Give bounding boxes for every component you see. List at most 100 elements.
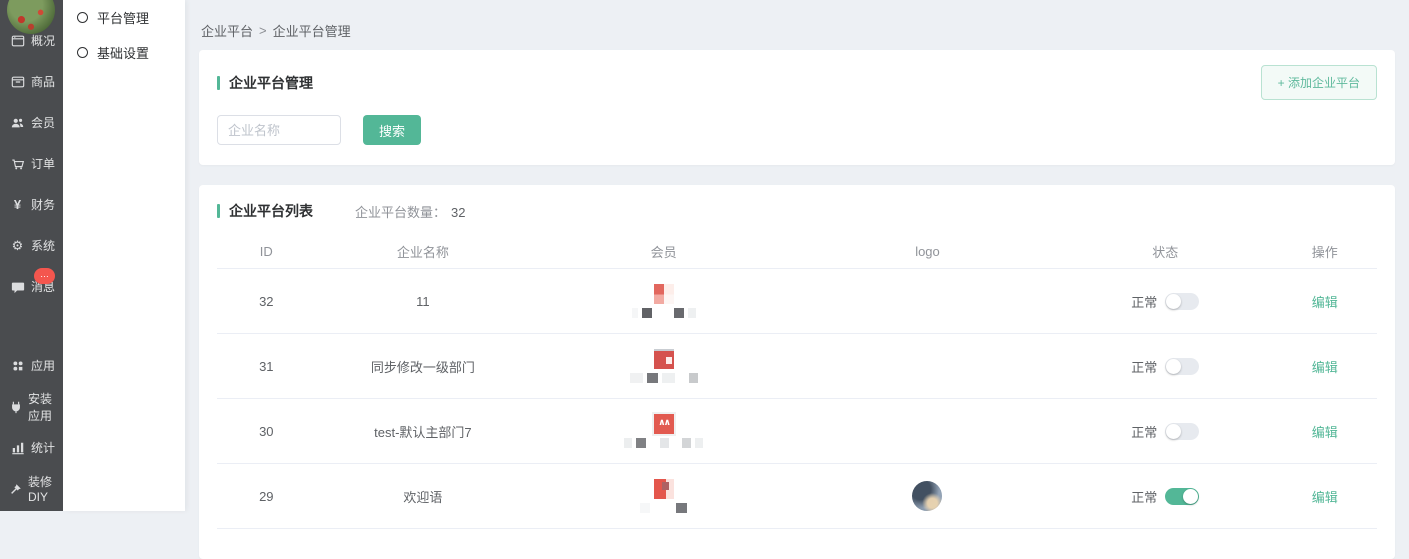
breadcrumb-separator: >	[259, 23, 267, 38]
cell-action: 编辑	[1273, 422, 1377, 441]
status-toggle[interactable]	[1165, 423, 1199, 440]
cell-action: 编辑	[1273, 357, 1377, 376]
overview-icon	[9, 34, 26, 48]
dark-sidebar: 概况商品会员订单 ¥ 财务 ⚙ 系统消息… 应用安装应用统计装修DIY	[0, 0, 63, 511]
table-row: 29欢迎语正常编辑	[217, 464, 1377, 529]
breadcrumb-link-parent[interactable]: 企业平台	[201, 21, 253, 40]
edit-link[interactable]: 编辑	[1312, 360, 1338, 375]
sidebar-item-member[interactable]: 会员	[0, 102, 63, 143]
order-icon	[9, 157, 26, 171]
radio-circle-icon	[77, 12, 88, 23]
edit-link[interactable]: 编辑	[1312, 490, 1338, 505]
toggle-knob	[1166, 294, 1181, 309]
breadcrumb: 企业平台 > 企业平台管理	[199, 0, 1395, 50]
status-toggle[interactable]	[1165, 293, 1199, 310]
status-label: 正常	[1131, 422, 1157, 441]
submenu-item-label: 平台管理	[97, 8, 149, 27]
company-logo-image	[912, 481, 942, 511]
edit-link[interactable]: 编辑	[1312, 425, 1338, 440]
sidebar-item-diy[interactable]: 装修DIY	[0, 468, 63, 509]
search-card: 企业平台管理 + 添加企业平台 搜索	[199, 50, 1395, 165]
message-icon	[9, 280, 26, 294]
cell-logo	[797, 481, 1058, 511]
member-avatar-image	[654, 284, 674, 304]
cell-company-name: 欢迎语	[316, 487, 531, 506]
main-content: 企业平台 > 企业平台管理 企业平台管理 + 添加企业平台 搜索 企业平台列表 …	[185, 0, 1409, 511]
sidebar-item-label: 装修DIY	[28, 473, 63, 504]
add-platform-button[interactable]: + 添加企业平台	[1261, 65, 1377, 100]
submenu-item-label: 基础设置	[97, 43, 149, 62]
status-toggle[interactable]	[1165, 488, 1199, 505]
radio-circle-icon	[77, 47, 88, 58]
diy-icon	[9, 482, 23, 496]
sidebar-item-overview[interactable]: 概况	[0, 20, 63, 61]
sidebar-item-label: 会员	[31, 114, 55, 131]
sidebar-item-app[interactable]: 应用	[0, 345, 63, 386]
sidebar-item-install-app[interactable]: 安装应用	[0, 386, 63, 427]
table-body: 3211正常编辑31同步修改一级部门正常编辑30test-默认主部门7正常编辑2…	[217, 269, 1377, 529]
finance-icon: ¥	[9, 197, 26, 212]
cell-status: 正常	[1058, 357, 1273, 376]
install-app-icon	[9, 400, 23, 414]
sidebar-item-label: 订单	[31, 155, 55, 172]
cell-company-name: 11	[316, 294, 531, 309]
search-card-title: 企业平台管理	[217, 73, 313, 93]
toggle-knob	[1166, 359, 1181, 374]
column-header-3: logo	[797, 244, 1058, 259]
sidebar-item-order[interactable]: 订单	[0, 143, 63, 184]
platform-count: 企业平台数量：32	[355, 202, 465, 221]
list-card-title: 企业平台列表	[217, 201, 313, 221]
sidebar-menu: 概况商品会员订单 ¥ 财务 ⚙ 系统消息… 应用安装应用统计装修DIY	[0, 20, 63, 509]
title-accent-bar	[217, 204, 220, 218]
cell-id: 30	[217, 424, 316, 439]
cell-action: 编辑	[1273, 487, 1377, 506]
member-avatar-image	[654, 479, 674, 499]
sidebar-group-spacer	[0, 307, 63, 345]
cell-status: 正常	[1058, 487, 1273, 506]
platform-list-card: 企业平台列表 企业平台数量：32 ID企业名称会员logo状态操作 32 11 正常…	[199, 185, 1395, 559]
sidebar-item-label: 财务	[31, 196, 55, 213]
sidebar-item-label: 系统	[31, 237, 55, 254]
submenu-item-basic-settings[interactable]: 基础设置	[63, 35, 185, 70]
sidebar-item-label: 商品	[31, 73, 55, 90]
stats-icon	[9, 441, 26, 455]
sidebar-item-finance[interactable]: ¥ 财务	[0, 184, 63, 225]
sub-sidebar: 平台管理基础设置	[63, 0, 185, 511]
sidebar-item-message[interactable]: 消息…	[0, 266, 63, 307]
sidebar-item-label: 统计	[31, 439, 55, 456]
platform-count-value: 32	[451, 205, 465, 220]
sidebar-item-label: 安装应用	[28, 390, 63, 424]
submenu-item-platform-manage[interactable]: 平台管理	[63, 0, 185, 35]
edit-link[interactable]: 编辑	[1312, 295, 1338, 310]
sidebar-item-stats[interactable]: 统计	[0, 427, 63, 468]
title-accent-bar	[217, 76, 220, 90]
table-header-row: ID企业名称会员logo状态操作	[217, 235, 1377, 269]
member-name-blurred	[622, 438, 705, 449]
column-header-5: 操作	[1273, 242, 1377, 261]
company-name-input[interactable]	[217, 115, 341, 145]
column-header-1: 企业名称	[316, 242, 531, 261]
cell-member	[530, 349, 797, 384]
app-icon	[9, 359, 26, 373]
sidebar-item-goods[interactable]: 商品	[0, 61, 63, 102]
table-row: 30test-默认主部门7正常编辑	[217, 399, 1377, 464]
cell-member	[530, 284, 797, 319]
toggle-knob	[1183, 489, 1198, 504]
member-name-blurred	[628, 373, 700, 384]
search-button[interactable]: 搜索	[363, 115, 421, 145]
status-label: 正常	[1131, 487, 1157, 506]
table-row: 3211正常编辑	[217, 269, 1377, 334]
cell-action: 编辑	[1273, 292, 1377, 311]
sidebar-item-label: 概况	[31, 32, 55, 49]
cell-member	[530, 414, 797, 449]
cell-status: 正常	[1058, 422, 1273, 441]
cell-status: 正常	[1058, 292, 1273, 311]
table-row: 31同步修改一级部门正常编辑	[217, 334, 1377, 399]
status-toggle[interactable]	[1165, 358, 1199, 375]
sidebar-item-system[interactable]: ⚙ 系统	[0, 225, 63, 266]
system-icon: ⚙	[9, 238, 26, 254]
member-avatar-image	[654, 414, 674, 434]
goods-icon	[9, 75, 26, 89]
column-header-2: 会员	[530, 242, 797, 261]
status-label: 正常	[1131, 357, 1157, 376]
